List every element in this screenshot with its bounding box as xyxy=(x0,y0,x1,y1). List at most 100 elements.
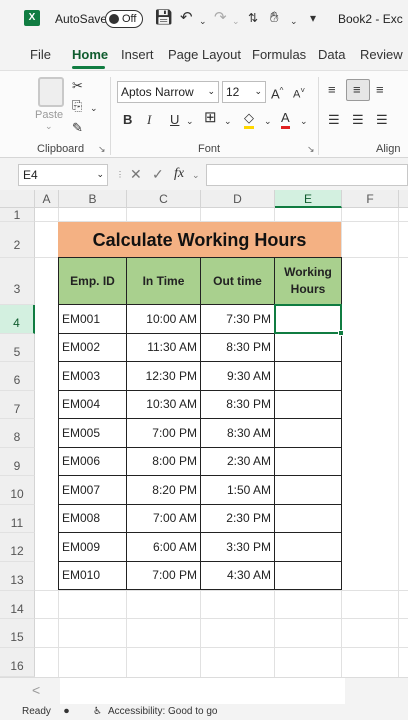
align-top-icon[interactable]: ≡ xyxy=(328,83,336,97)
in-time-cell[interactable]: 10:30 AM xyxy=(126,389,201,419)
working-hours-cell[interactable] xyxy=(274,475,342,505)
header-working-hours[interactable]: Working Hours xyxy=(274,257,342,305)
redo-icon[interactable]: ↷ xyxy=(214,10,227,26)
undo-icon[interactable]: ↶ xyxy=(180,10,193,26)
align-bottom-icon[interactable]: ≡ xyxy=(376,83,384,97)
column-header-c[interactable]: C xyxy=(127,190,201,208)
row-header-11[interactable]: 11 xyxy=(0,505,35,533)
paste-dropdown-icon[interactable]: ⌄ xyxy=(45,121,53,132)
tab-insert[interactable]: Insert xyxy=(121,47,154,62)
out-time-cell[interactable]: 2:30 AM xyxy=(200,446,275,476)
working-hours-cell[interactable] xyxy=(274,418,342,448)
working-hours-cell[interactable] xyxy=(274,361,342,391)
underline-button[interactable]: U xyxy=(170,113,179,127)
save-icon[interactable]: 💾︎ xyxy=(154,10,173,26)
row-header-3[interactable]: 3 xyxy=(0,258,35,305)
borders-icon[interactable]: ⊞ xyxy=(204,110,217,125)
active-cell-e4[interactable] xyxy=(274,304,342,334)
in-time-cell[interactable]: 7:00 PM xyxy=(126,418,201,448)
paste-label[interactable]: Paste xyxy=(35,109,63,121)
tab-file[interactable]: File xyxy=(30,47,51,62)
header-out-time[interactable]: Out time xyxy=(200,257,275,305)
in-time-cell[interactable]: 6:00 AM xyxy=(126,532,201,562)
emp-id-cell[interactable]: EM003 xyxy=(58,361,127,391)
working-hours-cell[interactable] xyxy=(274,389,342,419)
working-hours-cell[interactable] xyxy=(274,503,342,533)
emp-id-cell[interactable]: EM004 xyxy=(58,389,127,419)
out-time-cell[interactable]: 8:30 AM xyxy=(200,418,275,448)
align-center-icon[interactable]: ☰ xyxy=(352,113,364,127)
accessibility-icon[interactable]: ♿︎ xyxy=(93,706,102,717)
in-time-cell[interactable]: 7:00 AM xyxy=(126,503,201,533)
working-hours-cell[interactable] xyxy=(274,532,342,562)
column-header-a[interactable]: A xyxy=(35,190,59,208)
paste-icon[interactable] xyxy=(38,77,64,107)
working-hours-cell[interactable] xyxy=(274,560,342,590)
in-time-cell[interactable]: 8:00 PM xyxy=(126,446,201,476)
undo-dropdown-icon[interactable]: ⌄ xyxy=(199,13,207,29)
formula-input[interactable] xyxy=(206,164,408,186)
out-time-cell[interactable]: 7:30 PM xyxy=(200,304,275,334)
shrink-font-button[interactable]: A˅ xyxy=(293,84,305,102)
emp-id-cell[interactable]: EM007 xyxy=(58,475,127,505)
sheet-title[interactable]: Calculate Working Hours xyxy=(58,222,341,258)
customize-toolbar-icon[interactable]: ▾ xyxy=(310,10,316,26)
out-time-cell[interactable]: 8:30 PM xyxy=(200,332,275,362)
column-header-b[interactable]: B xyxy=(59,190,127,208)
touch-mode-icon[interactable]: ✋︎ xyxy=(270,10,279,26)
header-in-time[interactable]: In Time xyxy=(126,257,201,305)
column-header-d[interactable]: D xyxy=(201,190,275,208)
borders-dropdown-icon[interactable]: ⌄ xyxy=(224,114,232,128)
header-emp-id[interactable]: Emp. ID xyxy=(58,257,127,305)
worksheet-grid[interactable]: A B C D E F 1 2 3 4 5 6 7 8 9 10 11 12 1… xyxy=(0,190,408,677)
touch-dropdown-icon[interactable]: ⌄ xyxy=(290,13,298,29)
row-header-10[interactable]: 10 xyxy=(0,476,35,505)
fx-dropdown-icon[interactable]: ⌄ xyxy=(192,170,200,181)
row-header-1[interactable]: 1 xyxy=(0,208,35,222)
in-time-cell[interactable]: 8:20 PM xyxy=(126,475,201,505)
in-time-cell[interactable]: 10:00 AM xyxy=(126,304,201,334)
row-header-8[interactable]: 8 xyxy=(0,419,35,448)
macro-record-icon[interactable]: ⏺ xyxy=(64,706,69,717)
tab-review[interactable]: Review xyxy=(360,47,403,62)
autosave-toggle[interactable]: Off xyxy=(105,10,143,28)
select-all-corner[interactable] xyxy=(0,190,35,208)
tab-page-layout[interactable]: Page Layout xyxy=(168,47,241,62)
row-header-15[interactable]: 15 xyxy=(0,619,35,648)
out-time-cell[interactable]: 4:30 AM xyxy=(200,560,275,590)
underline-dropdown-icon[interactable]: ⌄ xyxy=(186,114,194,128)
row-header-7[interactable]: 7 xyxy=(0,391,35,419)
emp-id-cell[interactable]: EM008 xyxy=(58,503,127,533)
tab-data[interactable]: Data xyxy=(318,47,345,62)
emp-id-cell[interactable]: EM010 xyxy=(58,560,127,590)
fill-color-dropdown-icon[interactable]: ⌄ xyxy=(264,114,272,128)
row-header-16[interactable]: 16 xyxy=(0,648,35,677)
out-time-cell[interactable]: 2:30 PM xyxy=(200,503,275,533)
format-painter-icon[interactable]: ✎ xyxy=(72,121,83,135)
column-header-e[interactable]: E xyxy=(275,190,342,208)
redo-dropdown-icon[interactable]: ⌄ xyxy=(232,13,240,29)
row-header-14[interactable]: 14 xyxy=(0,591,35,619)
chevron-left-icon[interactable]: < xyxy=(32,682,40,698)
fill-color-icon[interactable]: ◇ xyxy=(244,111,254,129)
align-middle-button[interactable]: ≡ xyxy=(346,79,370,101)
copy-dropdown-icon[interactable]: ⌄ xyxy=(90,101,98,115)
tab-formulas[interactable]: Formulas xyxy=(252,47,306,62)
emp-id-cell[interactable]: EM009 xyxy=(58,532,127,562)
in-time-cell[interactable]: 11:30 AM xyxy=(126,332,201,362)
row-header-9[interactable]: 9 xyxy=(0,448,35,476)
working-hours-cell[interactable] xyxy=(274,446,342,476)
font-launcher-icon[interactable]: ↘ xyxy=(307,144,315,155)
horizontal-scrollbar[interactable] xyxy=(60,678,345,705)
in-time-cell[interactable]: 7:00 PM xyxy=(126,560,201,590)
out-time-cell[interactable]: 1:50 AM xyxy=(200,475,275,505)
column-header-g[interactable] xyxy=(399,190,408,208)
grow-font-button[interactable]: A^ xyxy=(271,84,283,101)
out-time-cell[interactable]: 8:30 PM xyxy=(200,389,275,419)
font-size-select[interactable]: 12 ⌄ xyxy=(222,81,266,103)
font-name-select[interactable]: Aptos Narrow ⌄ xyxy=(117,81,219,103)
copy-icon[interactable]: ⎘ xyxy=(72,99,82,113)
enter-icon[interactable]: ✓ xyxy=(152,166,164,183)
row-header-12[interactable]: 12 xyxy=(0,533,35,562)
name-box[interactable]: E4 ⌄ xyxy=(18,164,108,186)
